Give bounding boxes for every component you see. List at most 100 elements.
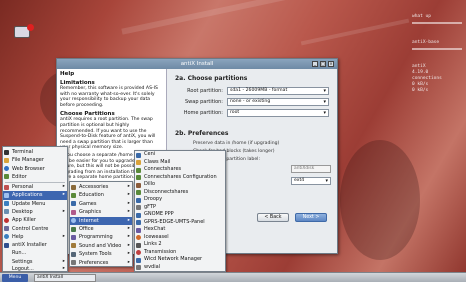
conky-monitor: antiX-base xyxy=(412,40,464,52)
wifi-icon xyxy=(136,257,141,263)
taskbar-window-button[interactable]: antiX Install xyxy=(34,274,96,282)
menu-label: Iceweasel xyxy=(144,233,169,240)
submenu-item-system-tools[interactable]: System Tools ▸ xyxy=(70,250,132,258)
menu-item-update-menu[interactable]: Update Menu xyxy=(3,200,67,208)
conky-line: what up xyxy=(412,14,431,19)
preferences-icon xyxy=(71,260,76,266)
menu-label: Web Browser xyxy=(12,165,45,172)
app-item-gprs-panel[interactable]: GPRS-EDGE-UMTS-Panel xyxy=(135,219,225,227)
chevron-right-icon: ▸ xyxy=(127,251,130,257)
swap-partition-select[interactable]: none - or existing xyxy=(227,97,329,106)
mobile-icon xyxy=(136,220,141,225)
menu-label: Games xyxy=(79,200,97,207)
app-item-claws-mail[interactable]: Claws Mail xyxy=(135,159,225,167)
submenu-item-education[interactable]: Education ▸ xyxy=(70,191,132,199)
menu-label: Help xyxy=(12,233,24,240)
root-partition-label: Root partition: xyxy=(187,87,223,94)
submenu-item-preferences[interactable]: Preferences ▸ xyxy=(70,259,132,267)
submenu-item-programming[interactable]: Programming ▸ xyxy=(70,233,132,241)
app-item-transmission[interactable]: Transmission xyxy=(135,249,225,257)
start-button[interactable]: Menu xyxy=(2,274,28,282)
accessories-icon xyxy=(71,184,76,190)
submenu-item-internet[interactable]: Internet ▸ xyxy=(70,216,132,225)
mail-icon xyxy=(136,160,141,165)
wallpaper-streak xyxy=(121,0,299,35)
desktop-drive-icon[interactable] xyxy=(14,24,34,44)
submenu-item-office[interactable]: Office ▸ xyxy=(70,225,132,233)
app-item-ceni[interactable]: Ceni xyxy=(135,151,225,159)
submenu-item-accessories[interactable]: Accessories ▸ xyxy=(70,183,132,191)
sound-video-icon xyxy=(71,243,76,249)
section-title: 2a. Choose partitions xyxy=(175,75,248,82)
app-item-dillo[interactable]: Dillo xyxy=(135,181,225,189)
help-text: antiX requires a root partition. The swa… xyxy=(60,117,156,151)
menu-label: Accessories xyxy=(79,184,109,190)
maximize-icon[interactable]: □ xyxy=(320,61,326,67)
menu-label: Dillo xyxy=(144,181,156,187)
app-item-disconnectshares[interactable]: Disconnectshares xyxy=(135,189,225,197)
minimize-icon[interactable]: _ xyxy=(312,61,318,67)
share-icon xyxy=(136,190,141,195)
menu-label: Run... xyxy=(12,250,27,257)
internet-submenu: Ceni Claws Mail Connectshares Connectsha… xyxy=(134,150,226,272)
app-item-gnome-ppp[interactable]: GNOME PPP xyxy=(135,211,225,219)
menu-item-control-centre[interactable]: Control Centre xyxy=(3,225,67,233)
app-item-droopy[interactable]: Droopy xyxy=(135,196,225,204)
home-partition-select[interactable]: root xyxy=(227,108,329,117)
menu-item-web-browser[interactable]: Web Browser xyxy=(3,165,67,173)
menu-label: System Tools xyxy=(79,251,112,258)
menu-item-applications[interactable]: Applications ▸ xyxy=(3,191,67,200)
chat-icon xyxy=(136,227,141,233)
menu-label: Links 2 xyxy=(144,241,162,247)
games-icon xyxy=(71,201,76,207)
menu-item-personal[interactable]: Personal ▸ xyxy=(3,183,67,191)
start-menu: Terminal File Manager Web Browser Editor… xyxy=(2,146,68,272)
menu-item-desktop[interactable]: Desktop ▸ xyxy=(3,208,67,216)
programming-icon xyxy=(71,234,76,240)
menu-label: Control Centre xyxy=(12,225,49,232)
root-partition-select[interactable]: sda1 - 26009MB - format xyxy=(227,86,329,95)
menu-label: App Killer xyxy=(12,217,36,224)
submenu-item-graphics[interactable]: Graphics ▸ xyxy=(70,208,132,216)
menu-item-installer[interactable]: antiX Installer xyxy=(3,241,67,249)
menu-item-app-killer[interactable]: App Killer xyxy=(3,216,67,224)
app-item-iceweasel[interactable]: Iceweasel xyxy=(135,234,225,242)
app-item-hexchat[interactable]: HexChat xyxy=(135,226,225,234)
menu-label: wvdial xyxy=(144,263,161,270)
menu-label: Claws Mail xyxy=(144,158,171,165)
submenu-item-games[interactable]: Games ▸ xyxy=(70,200,132,208)
menu-item-editor[interactable]: Editor xyxy=(3,173,67,181)
menu-label: Sound and Video xyxy=(79,242,122,249)
app-item-connectshares-config[interactable]: Connectshares Configuration xyxy=(135,174,225,182)
next-button[interactable]: Next > xyxy=(295,213,327,222)
menu-item-file-manager[interactable]: File Manager xyxy=(3,156,67,164)
graphics-icon xyxy=(71,209,76,215)
swap-partition-label: Swap partition: xyxy=(185,98,223,105)
close-icon[interactable]: × xyxy=(328,61,334,67)
wallpaper-shade xyxy=(340,140,420,260)
app-item-links2[interactable]: Links 2 xyxy=(135,241,225,249)
dialup-icon xyxy=(136,265,141,270)
app-item-wicd[interactable]: Wicd Network Manager xyxy=(135,256,225,264)
conky-monitor: what up xyxy=(412,14,464,26)
chevron-right-icon: ▸ xyxy=(62,192,65,198)
window-title[interactable]: antiX Install xyxy=(57,59,337,69)
submenu-item-sound-video[interactable]: Sound and Video ▸ xyxy=(70,242,132,250)
back-button[interactable]: < Back xyxy=(257,213,289,222)
app-item-connectshares[interactable]: Connectshares xyxy=(135,166,225,174)
menu-label: Preferences xyxy=(79,259,109,266)
menu-label: Update Menu xyxy=(12,200,46,207)
label-input[interactable]: antiXdisk xyxy=(291,165,331,173)
help-text: Remember, this software is provided AS-I… xyxy=(60,86,158,108)
menu-item-help[interactable]: Help ▸ xyxy=(3,233,67,241)
menu-label: Terminal xyxy=(12,149,34,155)
menu-item-run[interactable]: Run... xyxy=(3,249,67,257)
menu-label: Logout... xyxy=(12,265,34,272)
menu-item-terminal[interactable]: Terminal xyxy=(3,148,67,156)
menu-label: GPRS-EDGE-UMTS-Panel xyxy=(144,218,205,225)
app-item-wvdial[interactable]: wvdial xyxy=(135,264,225,272)
preserve-home-option[interactable]: Preserve data in /home (if upgrading) xyxy=(175,140,329,148)
root-partition-row: Root partition: sda1 - 26009MB - format xyxy=(175,85,329,96)
app-item-gftp[interactable]: gFTP xyxy=(135,204,225,212)
filesystem-select[interactable]: ext4 xyxy=(291,177,331,185)
